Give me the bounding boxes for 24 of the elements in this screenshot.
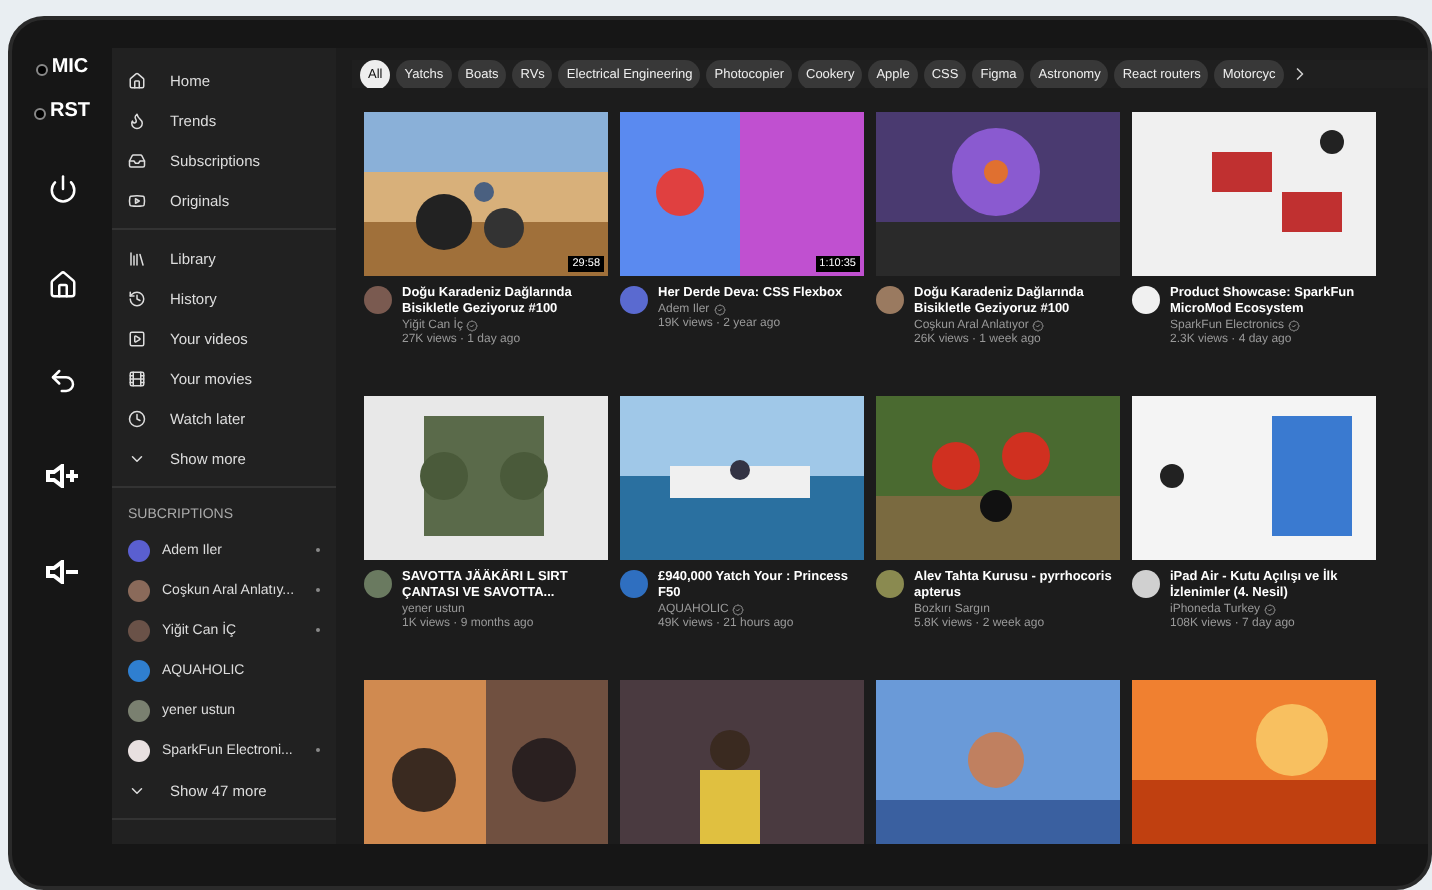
film-icon (128, 369, 146, 387)
volume-down-icon[interactable] (45, 560, 79, 584)
home-icon (128, 71, 146, 89)
history-icon (128, 289, 146, 307)
back-icon[interactable] (47, 365, 77, 395)
flame-icon (128, 111, 146, 129)
channel-avatar (1132, 286, 1160, 314)
home-icon[interactable] (47, 269, 77, 299)
video-icon (128, 329, 146, 347)
channel-avatar (876, 286, 904, 314)
library-icon (128, 249, 146, 267)
button-label: RST (34, 96, 90, 140)
inbox-icon (128, 151, 146, 169)
channel-avatar (364, 286, 392, 314)
channel-avatar (1132, 570, 1160, 598)
volume-up-icon[interactable] (45, 464, 79, 488)
channel-avatar (620, 286, 648, 314)
channel-avatar (876, 570, 904, 598)
button-label: MIC (35, 52, 89, 96)
clock-icon (128, 409, 146, 427)
power-icon[interactable] (47, 173, 77, 203)
play-icon (128, 191, 146, 209)
channel-avatar (620, 570, 648, 598)
channel-avatar (364, 570, 392, 598)
